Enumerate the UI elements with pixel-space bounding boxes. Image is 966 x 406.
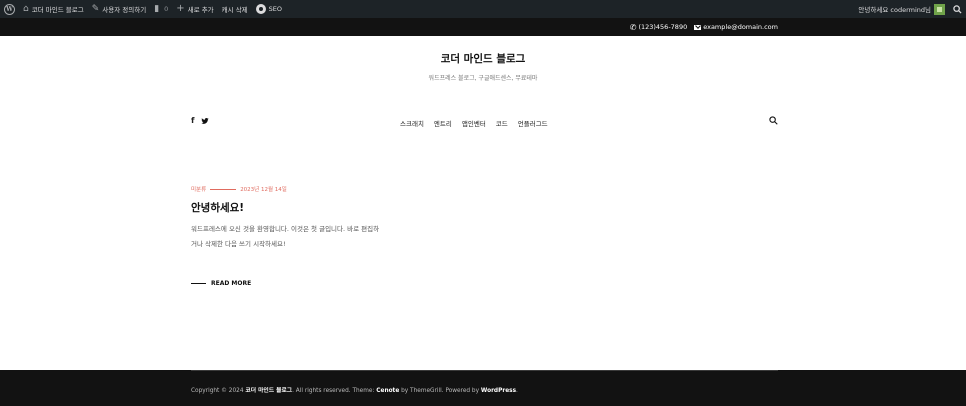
site-title[interactable]: 코더 마인드 블로그 xyxy=(0,51,966,66)
main-navigation: f 스크래치 엔트리 앱인벤터 코드 언플러그드 xyxy=(191,115,778,129)
contact-info: ✆ (123)456-7890 example@domain.com xyxy=(630,18,778,36)
top-contact-bar: ✆ (123)456-7890 example@domain.com xyxy=(0,18,966,36)
plus-icon: + xyxy=(176,3,185,14)
search-icon xyxy=(953,4,962,14)
footer-wordpress-link[interactable]: WordPress xyxy=(481,388,516,394)
copyright-end: . xyxy=(516,388,518,394)
seo-label: SEO xyxy=(268,5,283,13)
meta-divider xyxy=(210,188,237,190)
menu-item-app-inventor[interactable]: 앱인벤터 xyxy=(462,118,486,128)
comment-icon: ▮ xyxy=(154,3,160,14)
comments-button[interactable]: ▮ 0 xyxy=(150,0,172,18)
menu-item-code[interactable]: 코드 xyxy=(496,118,508,128)
wordpress-logo-button[interactable]: W xyxy=(0,0,19,18)
site-name-button[interactable]: ⌂ 코더 마인드 블로그 xyxy=(19,0,88,18)
my-account-button[interactable]: 안녕하세요 codermind님 xyxy=(854,0,949,18)
footer-theme-link[interactable]: Cenote xyxy=(376,388,399,394)
admin-bar-right: 안녕하세요 codermind님 xyxy=(854,0,966,18)
twitter-icon[interactable] xyxy=(201,118,210,124)
seo-icon xyxy=(255,4,266,14)
copyright-rights: . All rights reserved. Theme: xyxy=(292,388,375,394)
post-title[interactable]: 안녕하세요! xyxy=(191,200,244,215)
seo-button[interactable]: SEO xyxy=(252,0,286,18)
menu-item-entry[interactable]: 엔트리 xyxy=(434,118,452,128)
post-date[interactable]: 2023년 12월 14일 xyxy=(240,185,287,193)
brush-icon: ✎ xyxy=(91,3,100,14)
cache-delete-label: 캐시 삭제 xyxy=(221,6,248,14)
wordpress-icon: W xyxy=(4,3,15,15)
site-footer: Copyright © 2024 코더 마인드 블로그. All rights … xyxy=(0,370,966,406)
comments-count: 0 xyxy=(164,5,169,13)
menu-item-unplugged[interactable]: 언플러그드 xyxy=(518,118,548,128)
copyright-by: by ThemeGrill. Powered by xyxy=(401,388,480,394)
customize-label: 사용자 정의하기 xyxy=(102,6,147,14)
primary-menu: 스크래치 엔트리 앱인벤터 코드 언플러그드 xyxy=(400,118,548,128)
footer-divider xyxy=(191,370,778,371)
customize-button[interactable]: ✎ 사용자 정의하기 xyxy=(88,0,150,18)
email-address: example@domain.com xyxy=(703,23,778,31)
site-name-label: 코더 마인드 블로그 xyxy=(31,6,84,14)
footer-site-link[interactable]: 코더 마인드 블로그 xyxy=(245,388,292,394)
envelope-icon xyxy=(694,24,702,30)
facebook-icon[interactable]: f xyxy=(191,117,194,125)
avatar xyxy=(934,3,945,15)
new-content-label: 새로 추가 xyxy=(187,6,214,14)
cache-delete-button[interactable]: 캐시 삭제 xyxy=(218,0,252,18)
site-tagline: 워드프레스 블로그, 구글애드센스, 무료테마 xyxy=(428,75,538,82)
admin-bar-left: W ⌂ 코더 마인드 블로그 ✎ 사용자 정의하기 ▮ 0 + 새로 추가 캐시… xyxy=(0,0,286,18)
admin-search-button[interactable] xyxy=(949,0,966,18)
admin-bar: W ⌂ 코더 마인드 블로그 ✎ 사용자 정의하기 ▮ 0 + 새로 추가 캐시… xyxy=(0,0,966,18)
search-icon[interactable] xyxy=(769,116,778,125)
read-more-link[interactable]: READ MORE xyxy=(191,280,251,287)
email-link[interactable]: example@domain.com xyxy=(694,23,778,31)
footer-copyright: Copyright © 2024 코더 마인드 블로그. All rights … xyxy=(191,385,518,394)
copyright-prefix: Copyright © 2024 xyxy=(191,388,244,394)
dashboard-icon: ⌂ xyxy=(23,3,29,14)
social-links: f xyxy=(191,117,210,125)
new-content-button[interactable]: + 새로 추가 xyxy=(172,0,217,18)
post-excerpt: 워드프레스에 오신 것을 환영합니다. 이것은 첫 글입니다. 바로 편집하거나… xyxy=(191,225,380,248)
phone-link[interactable]: ✆ (123)456-7890 xyxy=(630,23,687,32)
greeting-label: 안녕하세요 codermind님 xyxy=(858,6,931,14)
menu-item-scratch[interactable]: 스크래치 xyxy=(400,118,424,128)
post-meta: 미분류 2023년 12월 14일 xyxy=(191,185,287,193)
read-more-line xyxy=(191,283,206,284)
post-category[interactable]: 미분류 xyxy=(191,185,206,193)
read-more-label: READ MORE xyxy=(211,280,252,287)
phone-number: (123)456-7890 xyxy=(638,23,688,31)
phone-icon: ✆ xyxy=(629,22,637,32)
